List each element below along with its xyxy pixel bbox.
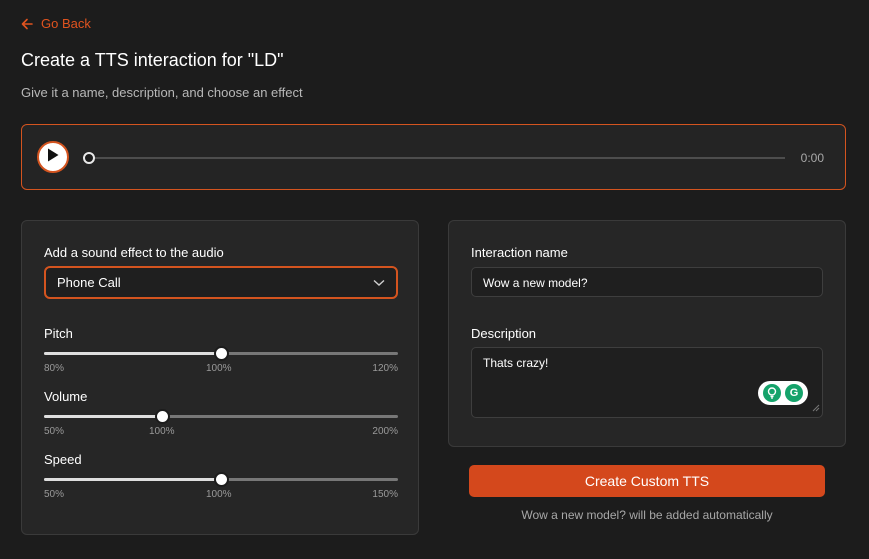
go-back-link[interactable]: Go Back (21, 16, 91, 31)
pitch-label: Pitch (44, 326, 73, 341)
page-subtitle: Give it a name, description, and choose … (21, 85, 303, 100)
speed-tick-max: 150% (372, 489, 398, 500)
volume-tick-max: 200% (372, 426, 398, 437)
effects-panel: Add a sound effect to the audio Phone Ca… (21, 220, 419, 535)
volume-slider-handle[interactable] (154, 409, 170, 424)
volume-ticks: 50% 100% 200% (44, 426, 398, 438)
pitch-slider-fill (44, 352, 221, 355)
audio-time: 0:00 (800, 151, 824, 165)
details-panel: Interaction name Wow a new model? Descri… (448, 220, 846, 447)
speed-slider-fill (44, 478, 221, 481)
resize-grip-icon[interactable] (812, 401, 820, 415)
audio-progress-track[interactable] (89, 157, 785, 159)
pitch-ticks: 80% 100% 120% (44, 363, 398, 375)
grammarly-icon[interactable]: G (785, 384, 803, 402)
create-custom-tts-button[interactable]: Create Custom TTS (469, 465, 825, 497)
go-back-label: Go Back (41, 16, 91, 31)
interaction-name-label: Interaction name (471, 245, 568, 260)
pitch-tick-min: 80% (44, 363, 65, 374)
play-button[interactable] (37, 141, 69, 173)
lightbulb-icon[interactable] (763, 384, 781, 402)
volume-slider[interactable] (44, 408, 398, 424)
speed-label: Speed (44, 452, 82, 467)
grammarly-widget[interactable]: G (758, 381, 808, 405)
speed-tick-mid: 100% (206, 489, 232, 500)
speed-ticks: 50% 100% 150% (44, 489, 398, 501)
speed-tick-min: 50% (44, 489, 65, 500)
sound-effect-label: Add a sound effect to the audio (44, 245, 224, 260)
description-value: Thats crazy! (483, 356, 549, 370)
speed-slider[interactable] (44, 471, 398, 487)
volume-slider-fill (44, 415, 162, 418)
description-label: Description (471, 326, 537, 341)
audio-progress-handle[interactable] (83, 152, 95, 164)
play-icon (47, 148, 59, 167)
pitch-slider-handle[interactable] (214, 346, 229, 361)
chevron-down-icon (373, 275, 385, 290)
pitch-tick-max: 120% (372, 363, 398, 374)
sound-effect-select[interactable]: Phone Call (44, 266, 398, 299)
volume-tick-min: 50% (44, 426, 65, 437)
volume-label: Volume (44, 389, 88, 404)
interaction-name-input[interactable]: Wow a new model? (471, 267, 823, 297)
description-textarea[interactable]: Thats crazy! G (471, 347, 823, 418)
pitch-slider[interactable] (44, 345, 398, 361)
speed-slider-handle[interactable] (214, 472, 229, 487)
page-title: Create a TTS interaction for "LD" (21, 50, 284, 70)
page: Go Back Create a TTS interaction for "LD… (0, 0, 869, 559)
volume-tick-mid: 100% (149, 426, 175, 437)
pitch-tick-mid: 100% (206, 363, 232, 374)
arrow-left-icon (21, 18, 33, 30)
sound-effect-value: Phone Call (57, 275, 121, 290)
auto-add-note: Wow a new model? will be added automatic… (521, 508, 773, 522)
audio-player: 0:00 (21, 124, 846, 190)
